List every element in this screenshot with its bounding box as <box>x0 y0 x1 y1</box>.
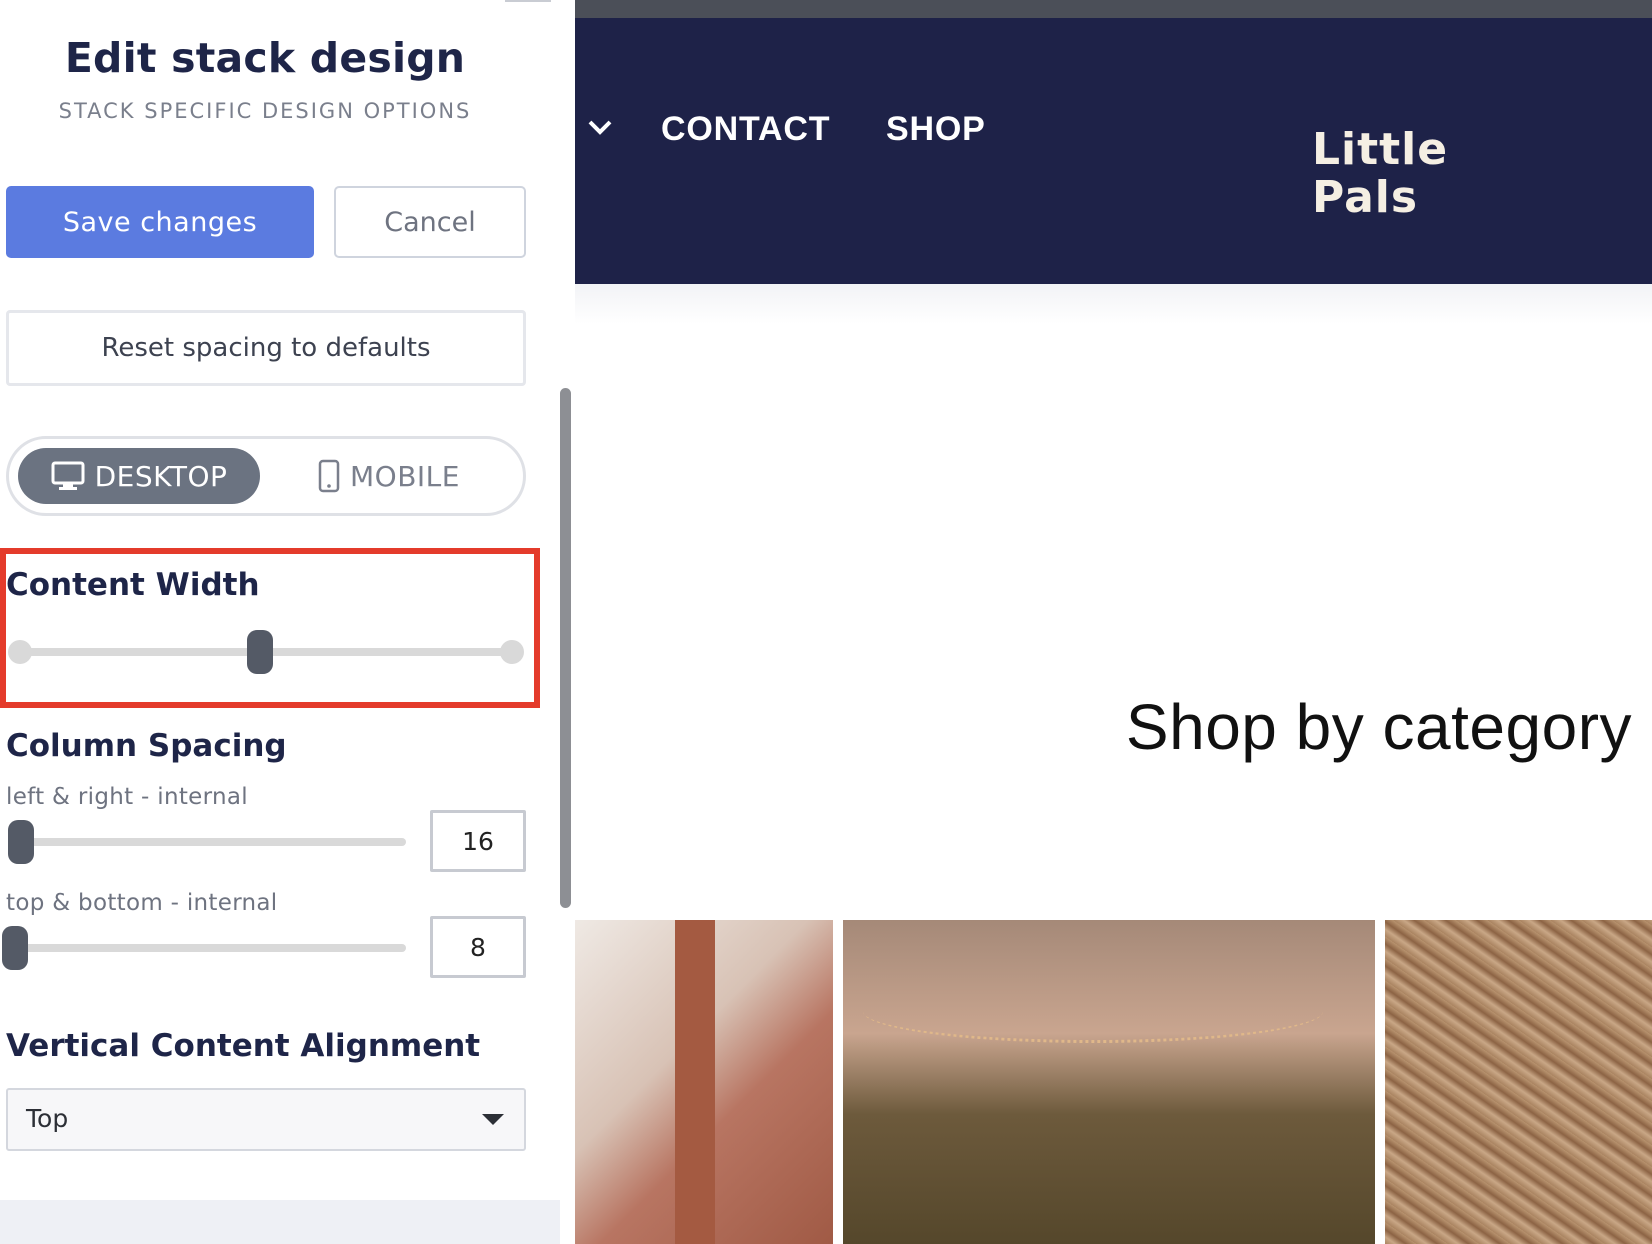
mobile-toggle-option[interactable]: MOBILE <box>299 448 479 504</box>
site-logo[interactable]: Little Pals <box>1312 126 1448 222</box>
desktop-label: DESKTOP <box>94 459 228 493</box>
bag-strap <box>675 920 715 1244</box>
top-bottom-value-input[interactable]: 8 <box>430 916 526 978</box>
category-image-texture[interactable] <box>1385 920 1652 1244</box>
top-bottom-label: top & bottom - internal <box>6 890 278 916</box>
panel-subtitle: STACK SPECIFIC DESIGN OPTIONS <box>58 99 472 123</box>
category-image-necklace[interactable] <box>843 920 1375 1244</box>
content-width-min-stop[interactable] <box>8 640 32 664</box>
panel-footer <box>0 1200 560 1244</box>
left-right-value-input[interactable]: 16 <box>430 810 526 872</box>
column-spacing-label: Column Spacing <box>6 728 287 764</box>
panel-scrollbar[interactable] <box>560 388 571 908</box>
cancel-button[interactable]: Cancel <box>334 186 526 258</box>
section-heading: Shop by category <box>1125 691 1632 763</box>
mobile-icon <box>318 459 340 493</box>
logo-line-1: Little <box>1312 124 1449 175</box>
category-image-bag[interactable] <box>575 920 833 1244</box>
left-right-slider-track[interactable] <box>10 838 406 846</box>
caret-down-icon <box>482 1114 504 1125</box>
reset-spacing-button[interactable]: Reset spacing to defaults <box>6 310 526 386</box>
nav-shop-link[interactable]: SHOP <box>886 110 986 149</box>
logo-line-2: Pals <box>1312 172 1419 223</box>
desktop-icon <box>51 461 85 490</box>
content-width-max-stop[interactable] <box>500 640 524 664</box>
necklace-chain <box>863 980 1323 1043</box>
panel-top-tab <box>505 0 551 2</box>
content-width-slider-thumb[interactable] <box>247 630 273 674</box>
site-header: CONTACT SHOP Little Pals <box>575 18 1652 284</box>
panel-title: Edit stack design <box>64 34 466 82</box>
content-width-label: Content Width <box>6 567 260 603</box>
top-bottom-slider-thumb[interactable] <box>2 926 28 970</box>
vertical-alignment-select[interactable]: Top <box>6 1088 526 1151</box>
nav-contact-link[interactable]: CONTACT <box>661 110 830 149</box>
editor-panel: Edit stack design STACK SPECIFIC DESIGN … <box>0 0 575 1244</box>
site-preview: CONTACT SHOP Little Pals Shop by categor… <box>575 0 1652 1244</box>
device-toggle: DESKTOP MOBILE <box>6 436 526 516</box>
save-changes-button[interactable]: Save changes <box>6 186 314 258</box>
vertical-alignment-label: Vertical Content Alignment <box>6 1028 481 1064</box>
top-bottom-slider-track[interactable] <box>10 944 406 952</box>
desktop-toggle-option[interactable]: DESKTOP <box>18 448 260 504</box>
browser-top-bar <box>575 0 1652 18</box>
mobile-label: MOBILE <box>350 459 460 493</box>
left-right-label: left & right - internal <box>6 784 248 810</box>
vertical-alignment-value: Top <box>26 1104 69 1133</box>
nav-dropdown-chevron-icon[interactable] <box>587 110 613 145</box>
header-shadow <box>575 284 1652 324</box>
left-right-slider-thumb[interactable] <box>8 820 34 864</box>
